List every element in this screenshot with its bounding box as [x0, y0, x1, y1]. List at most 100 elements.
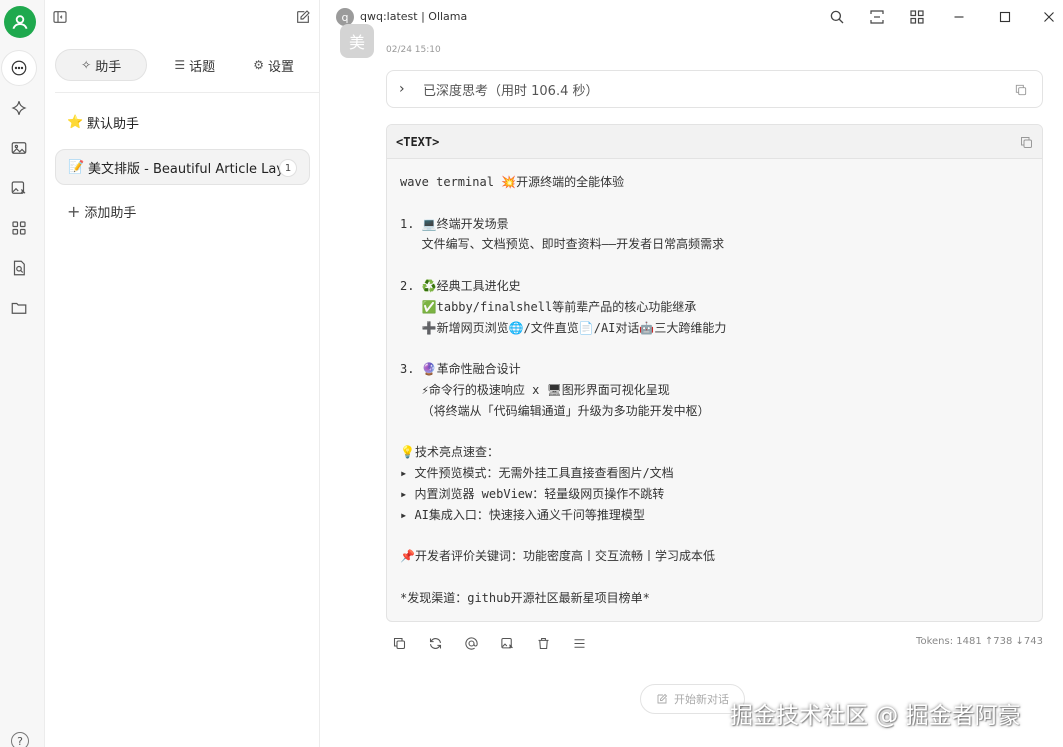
topic-count-badge: 1 [279, 159, 297, 177]
gear-icon: ⚙ [253, 58, 264, 72]
star-icon: ⭐ [67, 114, 84, 130]
files-nav-button[interactable] [5, 294, 33, 322]
at-sign-icon [465, 636, 478, 650]
copy-icon[interactable] [1014, 83, 1028, 97]
translate-button[interactable] [500, 633, 536, 653]
plus-icon: + [67, 202, 81, 221]
chevron-right-icon: › [399, 81, 405, 97]
thinking-collapse[interactable]: › 已深度思考（用时 106.4 秒） [386, 70, 1043, 108]
code-line: ⚡命令行的极速响应 x 🖥图形界面可视化呈现 [400, 382, 670, 397]
code-line: ▸ 文件预览模式：无需外挂工具直接查看图片/文档 [400, 466, 674, 481]
user-icon [12, 15, 28, 30]
new-topic-icon[interactable] [295, 9, 311, 25]
code-line: *发现渠道：github开源社区最新星项目榜单* [400, 590, 650, 605]
mention-model-button[interactable] [464, 633, 500, 653]
image-edit-icon [11, 181, 26, 194]
sparkle-icon: ✧ [81, 58, 92, 72]
close-icon[interactable] [1040, 8, 1058, 26]
tab-label: 设置 [267, 59, 294, 75]
thinking-label: 已深度思考（用时 106.4 秒） [423, 83, 599, 99]
code-line: （将终端从「代码编辑通道」升级为多功能开发中枢） [400, 403, 710, 418]
sidebar-toggle-icon[interactable] [52, 9, 68, 25]
panel-tabs: ✧ 助手 ☰ 话题 ⚙ 设置 [55, 48, 313, 82]
token-usage: Tokens: 1481 ↑738 ↓743 [916, 636, 1043, 647]
search-icon[interactable] [828, 8, 846, 26]
assistant-panel: ✧ 助手 ☰ 话题 ⚙ 设置 ⭐ 默认助手 📝 美文排版 - Beautiful… [45, 0, 320, 747]
agents-nav-button[interactable] [5, 94, 33, 122]
trash-icon [538, 637, 549, 649]
message-timestamp: 02/24 15:10 [386, 45, 441, 55]
chat-header: q qwq:latest | Ollama [320, 0, 1063, 36]
copy-icon [393, 637, 406, 649]
knowledge-nav-button[interactable] [5, 254, 33, 282]
code-line: 文件编写、文档预览、即时查资料——开发者日常高频需求 [400, 237, 725, 252]
code-line: 📌开发者评价关键词：功能密度高丨交互流畅丨学习成本低 [400, 549, 715, 564]
tab-topics[interactable]: ☰ 话题 [155, 49, 234, 81]
assistant-item-article-layout[interactable]: 📝 美文排版 - Beautiful Article Layout 1 [55, 149, 310, 185]
code-language-label: <TEXT> [396, 135, 440, 149]
code-line: 3. 🔮革命性融合设计 [400, 362, 521, 377]
watermark: 掘金技术社区 @ 掘金者阿豪 [730, 703, 1021, 729]
assistant-label: 默认助手 [87, 116, 140, 132]
code-block: <TEXT> wave terminal 💥开源终端的全能体验 1. 💻终端开发… [386, 124, 1043, 622]
assistant-message-avatar: 美 [340, 24, 374, 58]
document-search-icon [13, 260, 25, 276]
image-translate-icon [501, 637, 513, 648]
copy-code-icon[interactable] [1019, 135, 1034, 150]
list-icon: ☰ [174, 58, 186, 72]
code-line: 💡技术亮点速查： [400, 445, 499, 460]
refresh-icon [429, 637, 442, 649]
code-content: wave terminal 💥开源终端的全能体验 1. 💻终端开发场景 文件编写… [400, 172, 1030, 609]
assistant-label: 美文排版 - Beautiful Article Layout [88, 161, 284, 177]
code-line: 2. ♻️经典工具进化史 [400, 278, 521, 293]
grid-icon [12, 221, 26, 235]
panel-divider [55, 92, 320, 93]
image-translate-nav-button[interactable] [5, 174, 33, 202]
user-avatar[interactable] [4, 6, 36, 38]
more-menu-button[interactable] [572, 633, 608, 653]
tab-label: 助手 [95, 59, 122, 75]
menu-icon [574, 638, 585, 648]
edit-icon [657, 693, 668, 704]
chat-bubble-icon [11, 60, 27, 76]
tab-settings[interactable]: ⚙ 设置 [234, 49, 313, 81]
sparkle-icon [11, 101, 27, 115]
tab-assistants[interactable]: ✧ 助手 [55, 49, 148, 81]
delete-message-button[interactable] [536, 633, 572, 653]
add-assistant-button[interactable]: + 添加助手 [67, 202, 136, 221]
panel-toolbar [45, 0, 320, 36]
image-nav-button[interactable] [5, 134, 33, 162]
folder-icon [11, 302, 27, 314]
message-actions [392, 633, 608, 653]
new-chat-label: 开始新对话 [674, 693, 729, 706]
code-line: ▸ AI集成入口：快速接入通义千问等推理模型 [400, 507, 645, 522]
layout-grid-icon[interactable] [908, 8, 926, 26]
model-name[interactable]: qwq:latest | Ollama [360, 10, 467, 23]
chat-nav-button[interactable] [2, 51, 36, 85]
code-line: wave terminal 💥开源终端的全能体验 [400, 175, 625, 189]
code-line: 1. 💻终端开发场景 [400, 216, 509, 231]
minimize-icon[interactable] [950, 8, 968, 26]
code-block-header: <TEXT> [387, 125, 1042, 159]
memo-icon: 📝 [68, 159, 85, 175]
help-icon[interactable]: ? [11, 732, 29, 747]
regenerate-button[interactable] [428, 633, 464, 653]
code-line: ➕新增网页浏览🌐/文件直览📄/AI对话🤖三大跨维能力 [400, 320, 727, 335]
expand-icon[interactable] [868, 8, 886, 26]
tab-label: 话题 [189, 59, 216, 75]
add-assistant-label: 添加助手 [84, 206, 137, 221]
code-line: ▸ 内置浏览器 webView：轻量级网页操作不跳转 [400, 486, 665, 501]
copy-message-button[interactable] [392, 633, 428, 653]
image-icon [11, 142, 27, 154]
code-line: ✅tabby/finalshell等前辈产品的核心功能继承 [400, 299, 697, 314]
apps-nav-button[interactable] [5, 214, 33, 242]
maximize-icon[interactable] [996, 8, 1014, 26]
icon-rail: ? [0, 0, 45, 747]
assistant-item-default[interactable]: ⭐ 默认助手 [55, 104, 310, 140]
